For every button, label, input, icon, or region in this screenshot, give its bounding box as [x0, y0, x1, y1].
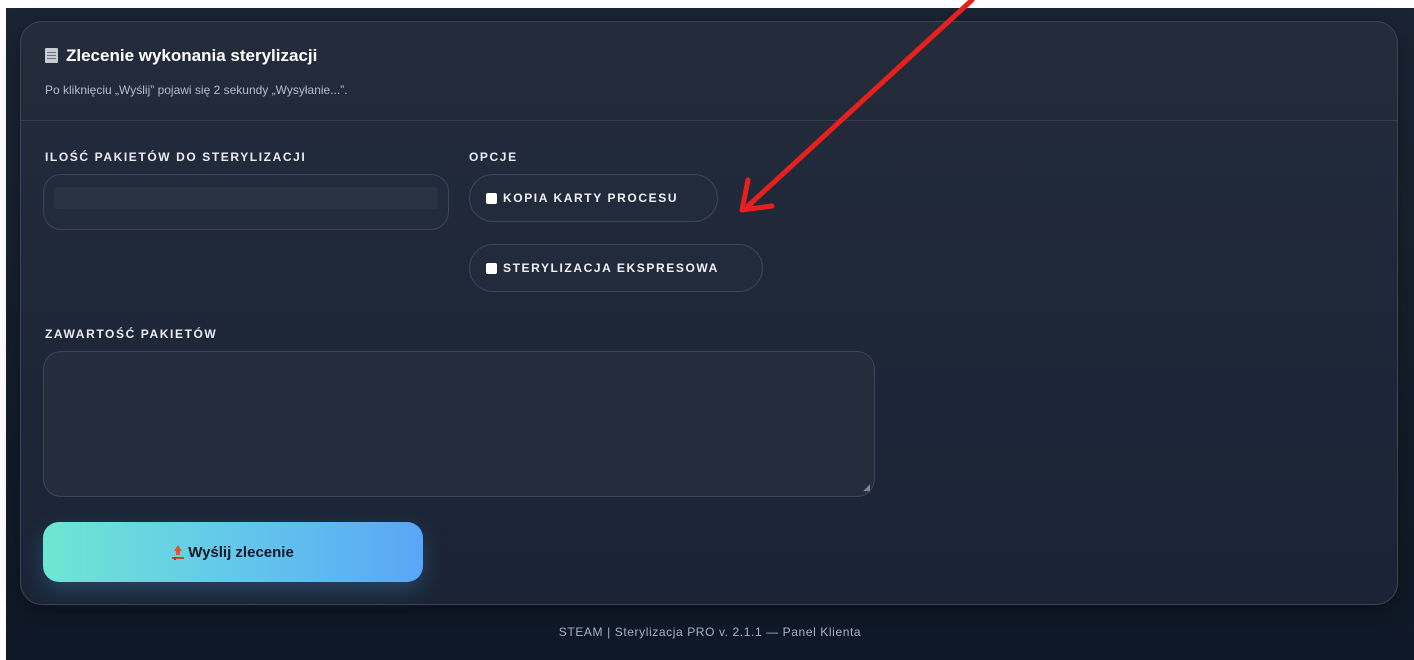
document-icon [45, 48, 58, 63]
express-sterilization-checkbox[interactable] [486, 262, 497, 274]
submit-order-label: Wyślij zlecenie [188, 543, 294, 561]
qty-label: ILOŚĆ PAKIETÓW DO STERYLIZACJI [45, 150, 307, 164]
option-express-sterilization[interactable]: STERYLIZACJA EKSPRESOWA [469, 244, 763, 292]
footer-text: STEAM | Sterylizacja PRO v. 2.1.1 — Pane… [558, 625, 862, 639]
contents-label: ZAWARTOŚĆ PAKIETÓW [45, 327, 218, 341]
process-card-copy-checkbox[interactable] [486, 192, 497, 204]
order-form-card: Zlecenie wykonania sterylizacji Po klikn… [20, 21, 1398, 605]
process-card-copy-label: KOPIA KARTY PROCESU [503, 191, 679, 205]
form-subtitle: Po kliknięciu „Wyślij” pojawi się 2 seku… [45, 83, 348, 97]
form-title: Zlecenie wykonania sterylizacji [45, 46, 317, 66]
card-header: Zlecenie wykonania sterylizacji Po klikn… [21, 22, 1397, 121]
upload-icon [172, 545, 185, 559]
app-window: Zlecenie wykonania sterylizacji Po klikn… [6, 8, 1414, 660]
resize-handle-icon[interactable]: ◢ [863, 482, 870, 493]
form-title-text: Zlecenie wykonania sterylizacji [66, 46, 318, 65]
package-count-input[interactable] [43, 174, 449, 230]
submit-order-button[interactable]: Wyślij zlecenie [43, 522, 423, 582]
package-count-value [54, 187, 438, 209]
package-contents-textarea[interactable]: ◢ [43, 351, 875, 497]
options-label: OPCJE [469, 150, 518, 164]
express-sterilization-label: STERYLIZACJA EKSPRESOWA [503, 261, 719, 275]
option-process-card-copy[interactable]: KOPIA KARTY PROCESU [469, 174, 718, 222]
